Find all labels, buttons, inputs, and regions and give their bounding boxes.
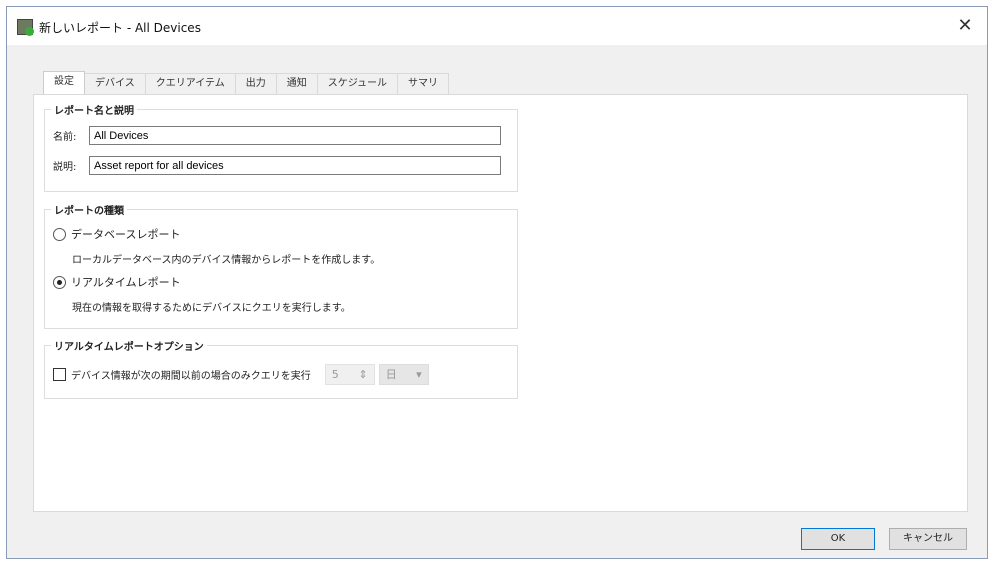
tab-strip: 設定 デバイス クエリアイテム 出力 通知 スケジュール サマリ <box>43 71 450 94</box>
tab-devices[interactable]: デバイス <box>84 73 146 94</box>
description-row: 説明: <box>53 156 501 175</box>
query-condition-checkbox[interactable] <box>53 368 66 381</box>
database-report-description: ローカルデータベース内のデバイス情報からレポートを作成します。 <box>72 255 381 266</box>
tab-notification[interactable]: 通知 <box>275 73 318 94</box>
title-bar: 新しいレポート - All Devices ✕ <box>7 7 987 45</box>
checkbox-label: デバイス情報が次の期間以前の場合のみクエリを実行 <box>71 371 311 382</box>
radio-button[interactable] <box>53 227 66 241</box>
window-title: 新しいレポート - All Devices <box>39 21 201 35</box>
spinner-value: 5 <box>331 368 339 381</box>
report-app-icon <box>17 19 34 36</box>
database-report-radio[interactable]: データベースレポート <box>53 226 180 242</box>
description-input[interactable] <box>89 156 501 175</box>
name-description-group: レポート名と説明 名前: 説明: <box>44 102 518 192</box>
ok-button[interactable]: OK <box>801 528 875 550</box>
cancel-button[interactable]: キャンセル <box>889 528 967 550</box>
name-row: 名前: <box>53 126 501 145</box>
dialog-window: 新しいレポート - All Devices ✕ 設定 デバイス クエリアイテム … <box>6 6 988 559</box>
description-label: 説明: <box>53 162 77 173</box>
tab-schedule[interactable]: スケジュール <box>316 73 399 94</box>
radio-label: データベースレポート <box>71 228 181 241</box>
radio-button[interactable] <box>53 275 66 289</box>
name-input[interactable] <box>89 126 501 145</box>
group-title: レポート名と説明 <box>51 102 137 117</box>
settings-panel: レポート名と説明 名前: 説明: レポートの種類 データベースレポート ローカル… <box>33 94 968 512</box>
group-title: レポートの種類 <box>51 202 127 217</box>
realtime-options-group: リアルタイムレポートオプション デバイス情報が次の期間以前の場合のみクエリを実行… <box>44 338 518 399</box>
query-condition-row: デバイス情報が次の期間以前の場合のみクエリを実行 5 ⇕ 日 ▾ <box>53 364 429 385</box>
tab-summary[interactable]: サマリ <box>397 73 450 94</box>
spinner-arrows-icon[interactable]: ⇕ <box>358 365 367 384</box>
group-title: リアルタイムレポートオプション <box>51 338 207 353</box>
tab-settings[interactable]: 設定 <box>43 71 85 94</box>
realtime-report-description: 現在の情報を取得するためにデバイスにクエリを実行します。 <box>72 303 351 314</box>
dropdown-value: 日 <box>385 368 397 381</box>
tab-output[interactable]: 出力 <box>234 73 277 94</box>
name-label: 名前: <box>53 132 77 143</box>
report-type-group: レポートの種類 データベースレポート ローカルデータベース内のデバイス情報からレ… <box>44 202 518 329</box>
period-unit-dropdown[interactable]: 日 ▾ <box>378 364 429 385</box>
realtime-report-radio[interactable]: リアルタイムレポート <box>53 274 181 290</box>
radio-label: リアルタイムレポート <box>71 276 181 289</box>
period-value-spinner[interactable]: 5 ⇕ <box>324 364 375 385</box>
chevron-down-icon: ▾ <box>416 368 422 381</box>
tab-query-items[interactable]: クエリアイテム <box>144 73 236 94</box>
close-button[interactable]: ✕ <box>951 13 979 39</box>
